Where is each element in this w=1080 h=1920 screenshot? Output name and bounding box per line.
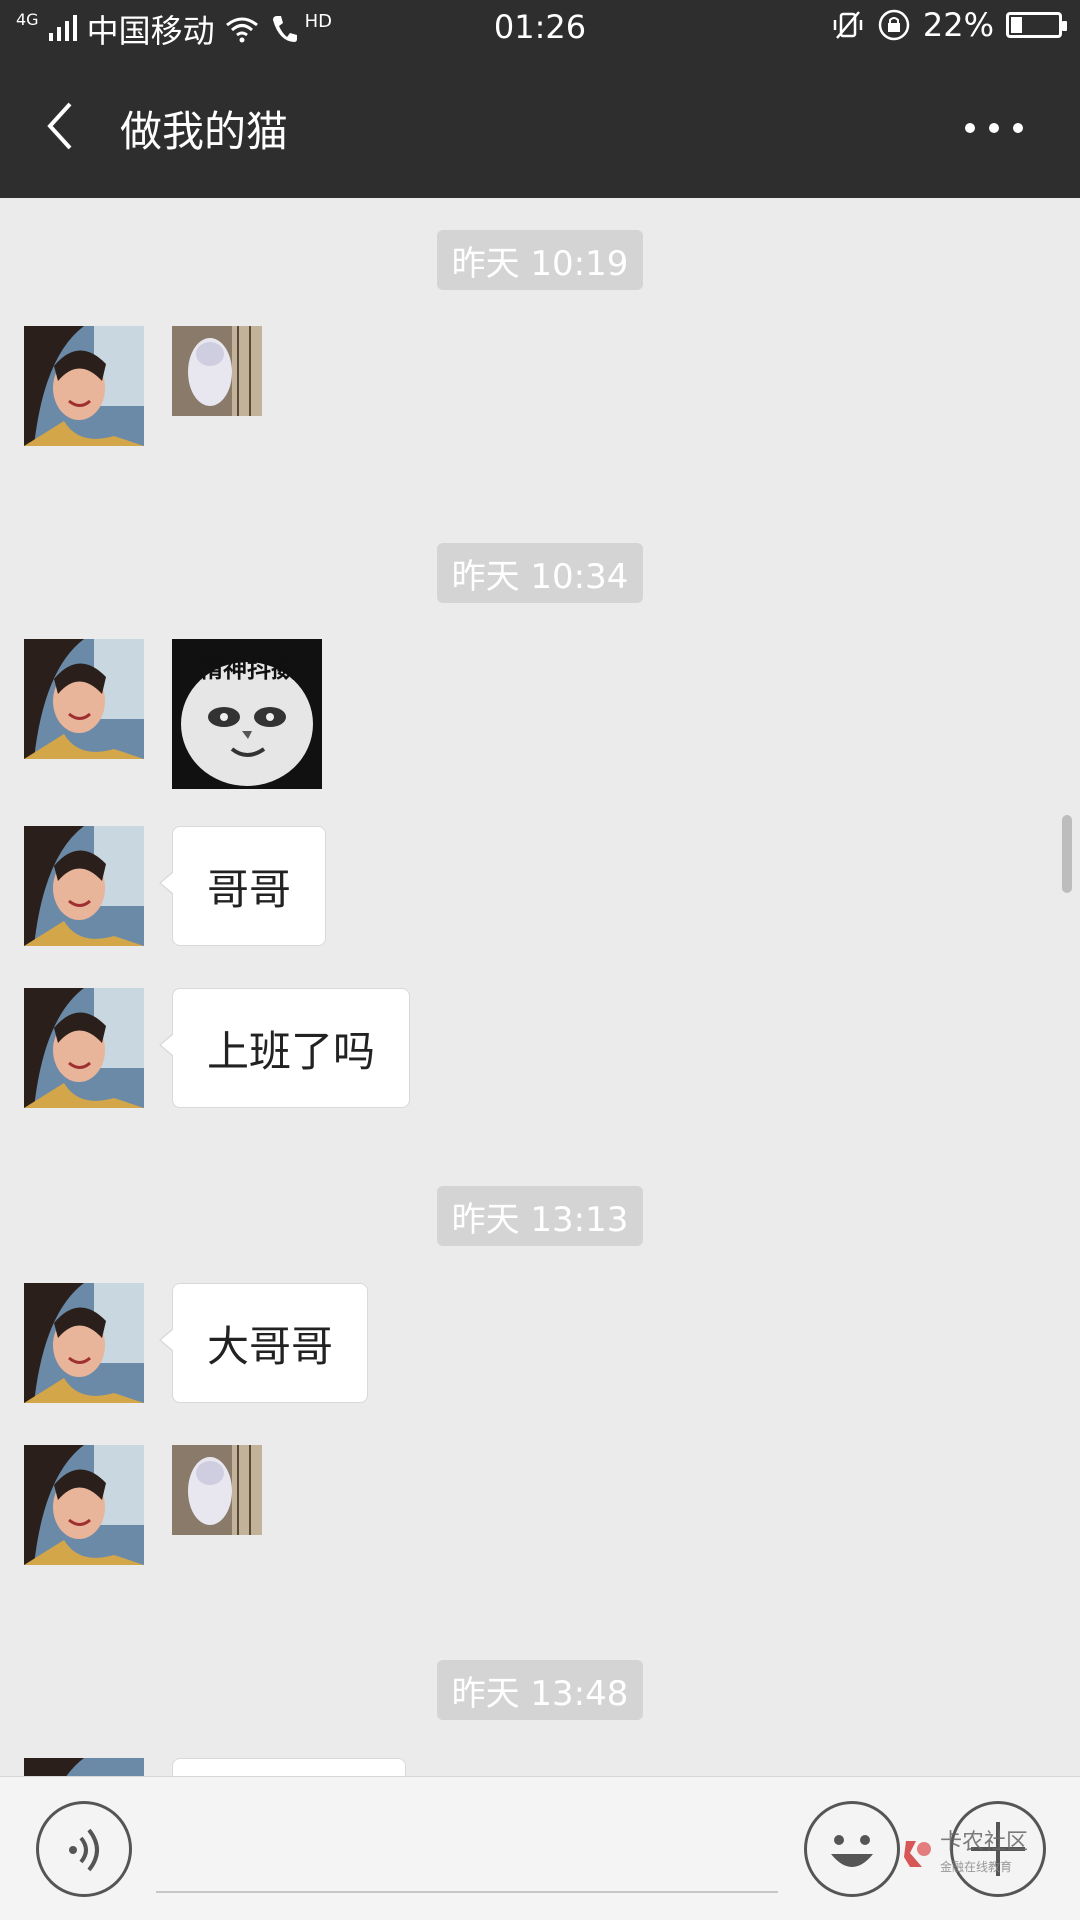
status-right: 22% xyxy=(831,6,1067,44)
avatar-image xyxy=(24,988,144,1108)
back-button[interactable] xyxy=(36,96,96,156)
chat-header: 做我的猫 xyxy=(0,56,1080,198)
sticker-image[interactable]: 精神抖擞 xyxy=(172,639,322,789)
avatar-image xyxy=(24,1445,144,1565)
avatar[interactable] xyxy=(24,1283,144,1403)
avatar[interactable] xyxy=(24,326,144,446)
watermark: 卡农社区 金融在线教育 xyxy=(900,1832,1028,1875)
timestamp: 昨天 13:48 xyxy=(437,1660,643,1720)
battery-percent: 22% xyxy=(922,6,994,44)
avatar[interactable] xyxy=(24,639,144,759)
message-bubble[interactable] xyxy=(172,1758,406,1776)
voice-icon xyxy=(69,1828,99,1872)
watermark-subtitle: 金融在线教育 xyxy=(940,1860,1013,1874)
battery-level xyxy=(1011,17,1022,33)
timestamp: 昨天 13:13 xyxy=(437,1186,643,1246)
watermark-text-group: 卡农社区 金融在线教育 xyxy=(940,1832,1028,1875)
more-button[interactable] xyxy=(956,98,1036,158)
chevron-left-icon xyxy=(47,102,72,150)
message-text: 大哥哥 xyxy=(207,1321,334,1371)
avatar-image xyxy=(24,639,144,759)
rotation-lock-icon xyxy=(878,9,910,41)
vibrate-icon xyxy=(833,11,863,39)
cat-image xyxy=(172,1445,262,1535)
message-bubble[interactable]: 哥哥 xyxy=(158,826,327,946)
sticker-caption: 精神抖擞 xyxy=(199,655,295,683)
sticker-image[interactable] xyxy=(172,1445,262,1535)
status-bar: 4G 中国移动 HD 01:26 22% xyxy=(0,0,1080,56)
emoji-button[interactable] xyxy=(804,1801,900,1897)
cat-image xyxy=(172,326,262,416)
message-bubble[interactable]: 上班了吗 xyxy=(158,988,411,1108)
scrollbar[interactable] xyxy=(1062,815,1072,893)
message-input[interactable] xyxy=(156,1805,778,1893)
voice-button[interactable] xyxy=(36,1801,132,1897)
battery-icon xyxy=(1006,12,1067,38)
message-text: 哥哥 xyxy=(207,864,292,914)
avatar[interactable] xyxy=(24,988,144,1108)
timestamp: 昨天 10:34 xyxy=(437,543,643,603)
message-text: 上班了吗 xyxy=(207,1026,376,1076)
avatar[interactable] xyxy=(24,826,144,946)
avatar-image xyxy=(24,826,144,946)
avatar-image xyxy=(24,1758,144,1776)
message-bubble[interactable]: 大哥哥 xyxy=(158,1283,369,1403)
sticker-image[interactable] xyxy=(172,326,262,416)
chat-title: 做我的猫 xyxy=(120,107,289,156)
emoji-icon xyxy=(831,1835,873,1867)
avatar[interactable] xyxy=(24,1445,144,1565)
timestamp: 昨天 10:19 xyxy=(437,230,643,290)
avatar-image xyxy=(24,326,144,446)
chat-area[interactable]: 昨天 10:19 昨天 10:34 精神抖擞 哥哥 上班了吗 昨天 13:13 … xyxy=(0,198,1080,1776)
watermark-title: 卡农社区 xyxy=(940,1830,1029,1855)
watermark-logo-icon xyxy=(904,1840,931,1867)
avatar-image xyxy=(24,1283,144,1403)
more-icon xyxy=(965,123,1023,133)
avatar[interactable] xyxy=(24,1758,144,1776)
